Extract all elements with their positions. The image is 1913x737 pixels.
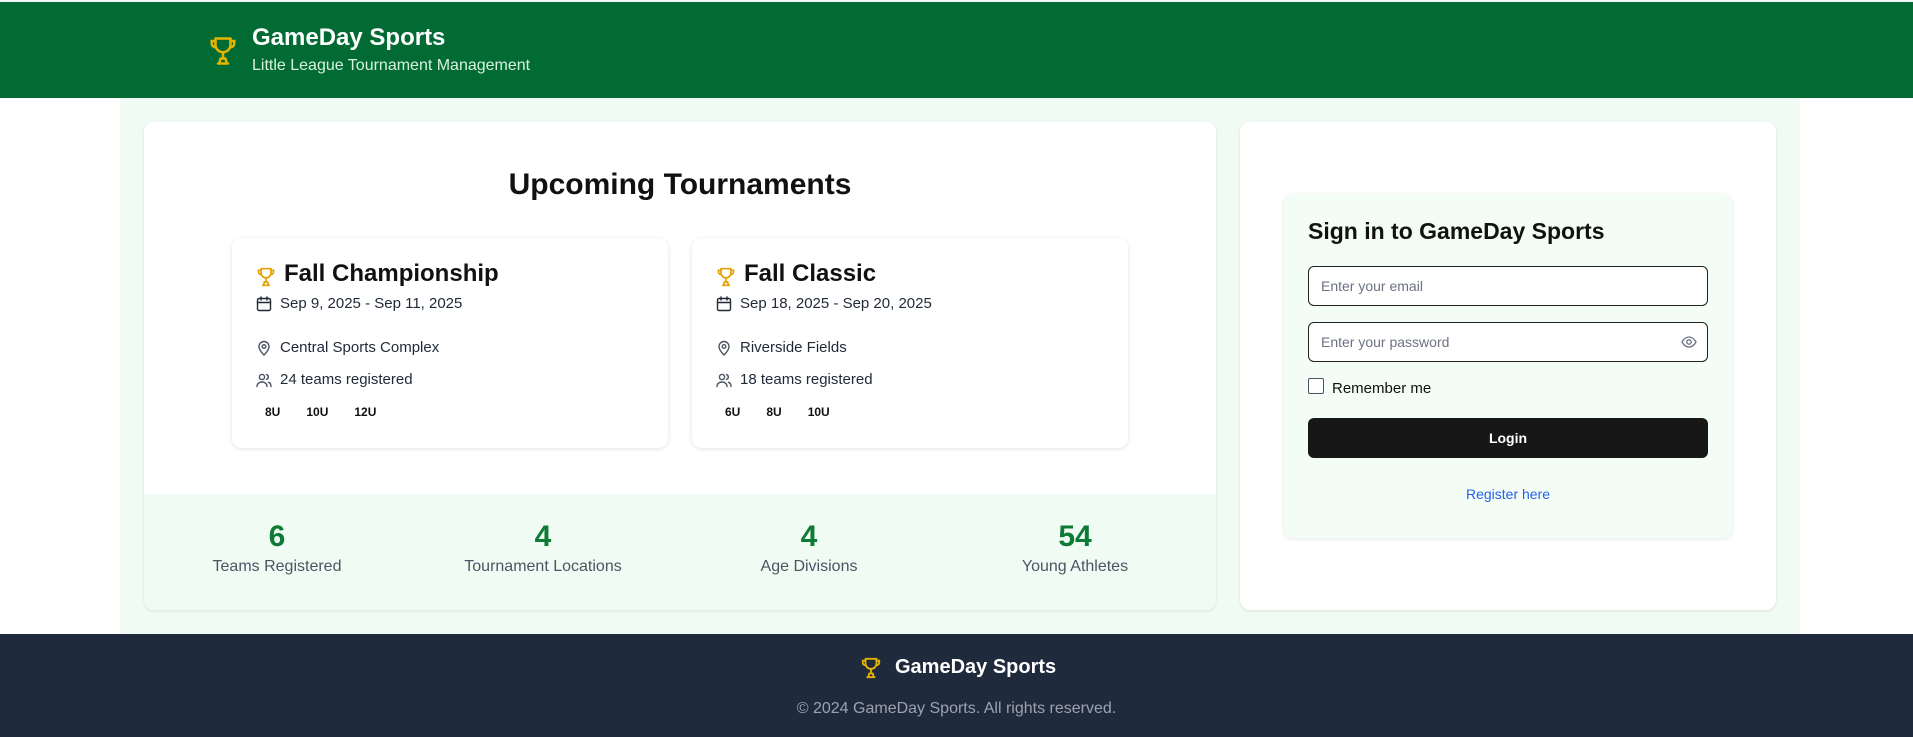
remember-label[interactable]: Remember me [1332,380,1431,397]
division-badge: 10U [297,402,338,422]
division-badge: 8U [256,402,290,422]
tournaments-heading: Upcoming Tournaments [508,168,852,201]
password-field[interactable]: Enter your password [1308,322,1708,362]
email-field[interactable]: Enter your email [1308,266,1708,306]
division-badges: 6U 8U 10U [716,402,839,422]
map-pin-icon [256,340,272,356]
stat-value: 54 [1058,520,1092,553]
map-pin-icon [716,340,732,356]
stat-label: Teams Registered [212,558,342,575]
stat-value: 6 [268,520,286,553]
tournament-card[interactable]: Fall Classic Sep 18, 2025 - Sep 20, 2025… [692,238,1128,448]
calendar-icon [256,296,272,312]
users-icon [716,372,732,388]
tournament-location-text: Central Sports Complex [280,339,440,356]
trophy-icon [860,656,882,680]
stat-value: 4 [534,520,552,553]
users-icon [256,372,272,388]
division-badge: 12U [345,402,386,422]
login-panel: Sign in to GameDay Sports Enter your ema… [1240,122,1776,610]
calendar-icon [716,296,732,312]
stat-label: Tournament Locations [464,558,622,575]
stat-divisions: 4 Age Divisions [676,520,942,576]
login-title: Sign in to GameDay Sports [1308,218,1605,244]
login-form: Sign in to GameDay Sports Enter your ema… [1284,194,1732,538]
stat-value: 4 [800,520,818,553]
stats-bar: 6 Teams Registered 4 Tournament Location… [144,494,1216,610]
trophy-icon [716,266,736,288]
stat-label: Young Athletes [1021,558,1129,575]
brand-subtitle: Little League Tournament Management [252,57,531,74]
tournament-name: Fall Championship [284,260,499,287]
eye-icon[interactable] [1681,335,1697,349]
tournament-teams-text: 24 teams registered [280,371,413,388]
division-badge: 8U [757,402,791,422]
email-placeholder: Enter your email [1321,278,1423,294]
tournaments-panel: Upcoming Tournaments Fall Championship S… [144,122,1216,610]
tournament-dates-text: Sep 18, 2025 - Sep 20, 2025 [740,295,932,312]
tournament-teams-text: 18 teams registered [740,371,873,388]
app-footer: GameDay Sports © 2024 GameDay Sports. Al… [0,634,1913,737]
footer-brand: GameDay Sports [895,656,1057,678]
division-badges: 8U 10U 12U [256,402,386,422]
password-placeholder: Enter your password [1321,334,1450,350]
stat-label: Age Divisions [760,558,858,575]
tournament-location-text: Riverside Fields [740,339,847,356]
app-header: GameDay Sports Little League Tournament … [0,0,1913,98]
brand-title[interactable]: GameDay Sports [252,24,445,52]
stat-teams: 6 Teams Registered [144,520,410,576]
trophy-icon [208,34,238,68]
stat-locations: 4 Tournament Locations [410,520,676,576]
tournament-dates-text: Sep 9, 2025 - Sep 11, 2025 [280,295,463,312]
login-button[interactable]: Login [1308,418,1708,458]
division-badge: 6U [716,402,750,422]
tournament-name: Fall Classic [744,260,877,287]
trophy-icon [256,266,276,288]
remember-checkbox[interactable] [1308,378,1324,394]
register-link[interactable]: Register here [1284,486,1732,502]
stat-athletes: 54 Young Athletes [942,520,1208,576]
copyright-text: © 2024 GameDay Sports. All rights reserv… [796,700,1117,717]
tournament-card[interactable]: Fall Championship Sep 9, 2025 - Sep 11, … [232,238,668,448]
division-badge: 10U [798,402,839,422]
